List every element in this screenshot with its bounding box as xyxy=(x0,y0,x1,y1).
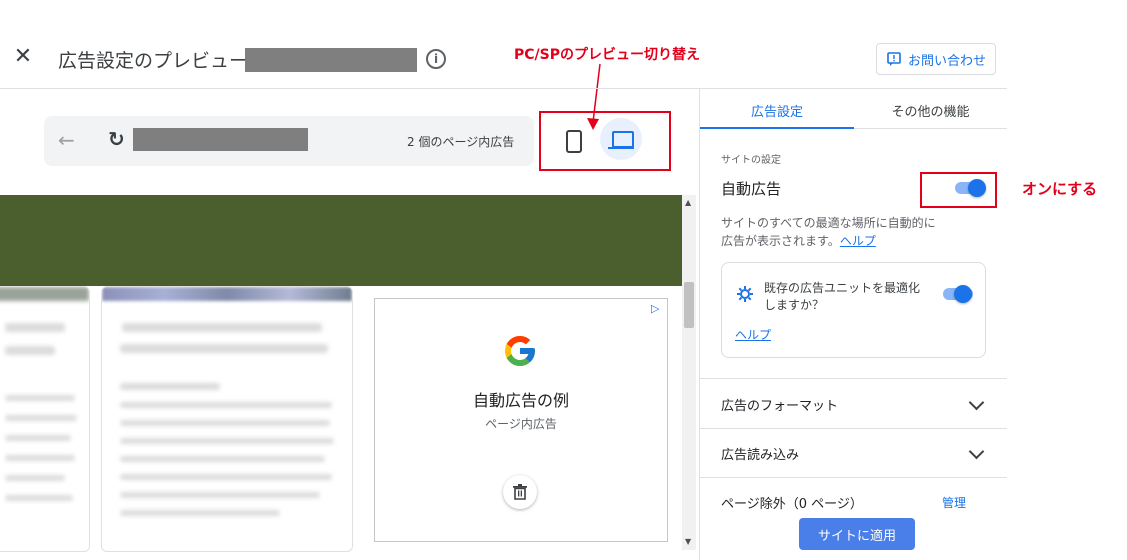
apply-to-site-button[interactable]: サイトに適用 xyxy=(799,518,915,550)
site-banner xyxy=(0,195,682,286)
scroll-thumb[interactable] xyxy=(684,282,694,328)
annotation-toggle-on: オンにする xyxy=(1022,180,1098,198)
scroll-down-icon[interactable]: ▼ xyxy=(685,537,691,546)
contact-button-label: お問い合わせ xyxy=(907,53,986,69)
optimize-gear-icon xyxy=(737,286,753,302)
info-icon[interactable]: i xyxy=(426,49,446,69)
annotation-device-switch: PC/SPのプレビュー切り替え xyxy=(514,47,700,63)
article-card xyxy=(101,286,353,552)
ad-example-subtitle: ページ内広告 xyxy=(485,417,557,431)
help-link[interactable]: ヘルプ xyxy=(840,234,876,248)
phone-icon[interactable] xyxy=(566,130,582,153)
article-card xyxy=(0,286,90,552)
section-divider xyxy=(700,477,1007,478)
optimize-help-link[interactable]: ヘルプ xyxy=(735,326,771,343)
page-title: 広告設定のプレビュー xyxy=(58,50,249,72)
adchoices-icon[interactable]: ▷ xyxy=(651,302,659,315)
site-section-label: サイトの設定 xyxy=(721,155,781,166)
auto-ads-toggle-knob[interactable] xyxy=(968,179,986,197)
redacted-site-name xyxy=(245,48,417,72)
trash-icon xyxy=(513,484,527,500)
tab-divider xyxy=(854,128,1007,129)
reload-icon[interactable]: ↻ xyxy=(108,127,125,151)
manage-link[interactable]: 管理 xyxy=(942,494,966,511)
auto-ads-description: サイトのすべての最適な場所に自動的に xyxy=(721,216,936,230)
back-arrow-icon[interactable]: ← xyxy=(58,128,75,152)
contact-button[interactable]: お問い合わせ xyxy=(876,43,996,75)
feedback-icon xyxy=(887,52,901,66)
chevron-down-icon[interactable] xyxy=(968,443,985,460)
header-divider xyxy=(0,88,1007,89)
page-exclusions: ページ除外（0 ページ） xyxy=(721,497,863,512)
tab-other-features[interactable]: その他の機能 xyxy=(854,101,1007,120)
optimize-toggle-knob[interactable] xyxy=(954,285,972,303)
ad-example-title: 自動広告の例 xyxy=(472,391,569,410)
chevron-down-icon[interactable] xyxy=(968,394,985,411)
google-logo xyxy=(505,336,535,366)
scroll-up-icon[interactable]: ▲ xyxy=(685,198,691,207)
section-ad-load[interactable]: 広告読み込み xyxy=(721,444,799,463)
tab-indicator xyxy=(700,127,854,129)
section-ad-formats[interactable]: 広告のフォーマット xyxy=(721,395,838,414)
auto-ads-description-text: 広告が表示されます。 xyxy=(721,234,840,248)
desktop-icon-base xyxy=(608,147,634,149)
close-icon[interactable]: ✕ xyxy=(12,46,34,68)
tab-ad-settings[interactable]: 広告設定 xyxy=(700,101,854,120)
section-divider xyxy=(700,378,1007,379)
panel-divider xyxy=(699,89,700,560)
redacted-url xyxy=(133,128,308,151)
ad-count: 2 個のページ内広告 xyxy=(407,135,515,149)
optimize-question-line2: しますか？ xyxy=(764,298,825,312)
section-divider xyxy=(700,428,1007,429)
preview-scrollbar[interactable] xyxy=(682,195,696,550)
desktop-icon[interactable] xyxy=(612,131,634,148)
optimize-card xyxy=(721,262,986,358)
auto-ads-description-line2: 広告が表示されます。ヘルプ xyxy=(721,232,876,249)
optimize-question: 既存の広告ユニットを最適化 xyxy=(764,281,921,295)
auto-ads-label: 自動広告 xyxy=(721,180,782,198)
trash-button[interactable] xyxy=(503,475,537,509)
